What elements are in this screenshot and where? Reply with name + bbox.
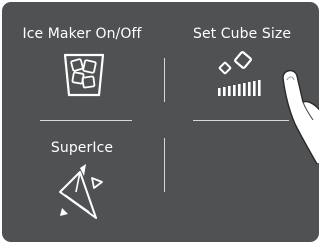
vertical-divider-bottom: [164, 138, 165, 192]
superice-label: SuperIce: [50, 140, 114, 156]
ice-shards-icon: [59, 164, 103, 219]
ice-maker-toggle-button[interactable]: Ice Maker On/Off: [2, 2, 162, 118]
finger-pointer-icon: [282, 69, 319, 164]
superice-button[interactable]: SuperIce: [2, 122, 162, 242]
ice-cubes-size-icon: [218, 51, 261, 96]
set-cube-size-label: Set Cube Size: [192, 26, 292, 42]
ice-maker-label: Ice Maker On/Off: [22, 26, 142, 42]
control-panel-screen: Ice Maker On/Off Set Cube Size SuperIce: [2, 2, 319, 242]
horizontal-divider-right: [193, 120, 289, 121]
vertical-divider-top: [164, 58, 165, 102]
horizontal-divider-left: [40, 120, 132, 121]
ice-glass-icon: [63, 53, 105, 97]
